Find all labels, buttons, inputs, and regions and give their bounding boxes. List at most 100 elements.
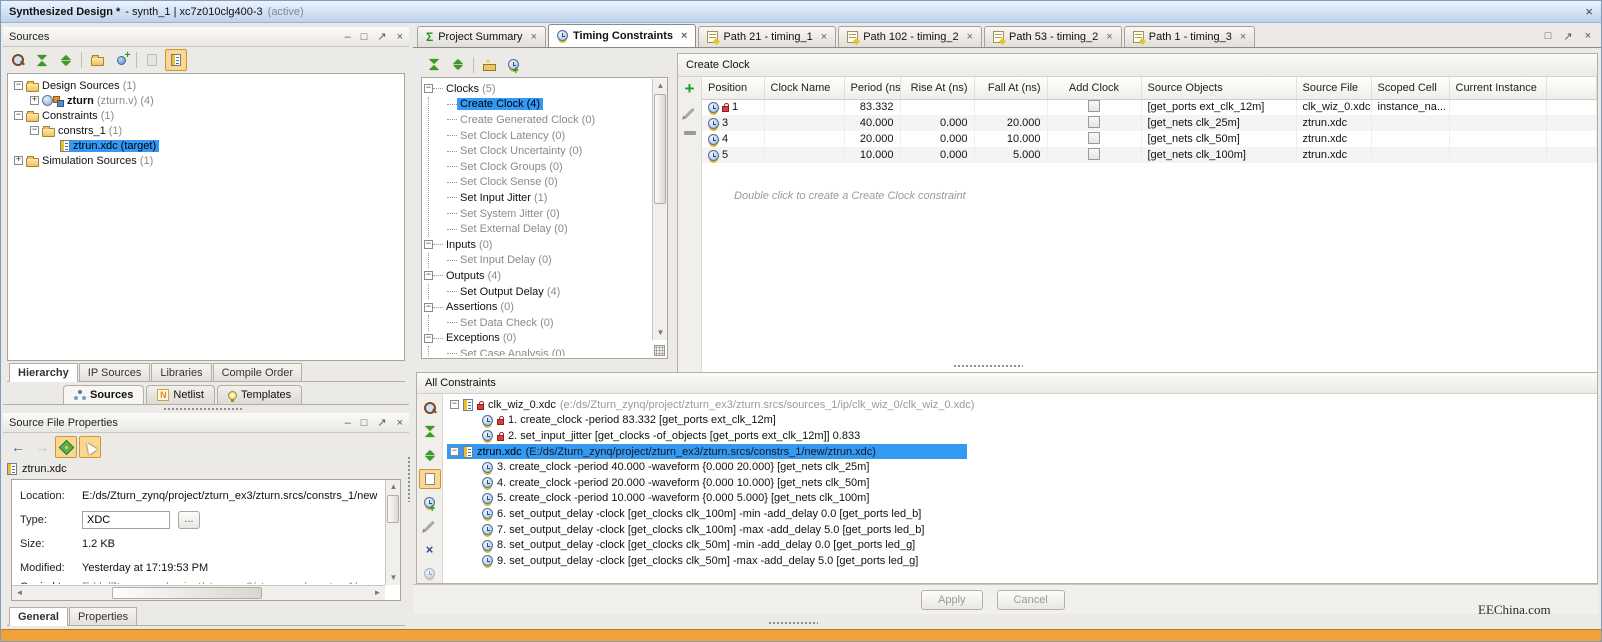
close-icon[interactable]: × (1585, 4, 1593, 19)
editor-tab-path-53-timing-2[interactable]: Path 53 - timing_2× (984, 26, 1122, 47)
tree-item[interactable]: −Design Sources (1) (10, 78, 402, 93)
expander-icon[interactable]: + (30, 96, 39, 105)
float-icon[interactable]: ↗ (1563, 30, 1572, 43)
browse-button[interactable]: ... (178, 511, 200, 529)
apply-button[interactable]: Apply (921, 590, 983, 610)
constraint-row[interactable]: 7. set_output_delay -clock [get_clocks c… (443, 522, 1595, 538)
tree-item[interactable]: +Simulation Sources (1) (10, 153, 402, 168)
constraint-row[interactable]: 6. set_output_delay -clock [get_clocks c… (443, 506, 1595, 522)
vertical-splitter-handle[interactable] (407, 456, 411, 502)
tab-hierarchy[interactable]: Hierarchy (9, 363, 78, 382)
constraint-group[interactable]: −Inputs (0) (424, 237, 650, 253)
tree-item[interactable]: −Constraints (1) (10, 108, 402, 123)
tab-libraries[interactable]: Libraries (151, 363, 211, 381)
constraint-type[interactable]: Set Data Check (0) (429, 315, 650, 331)
expander-icon[interactable]: − (450, 400, 459, 409)
scroll-down-icon[interactable]: ▼ (653, 326, 668, 340)
add-constraint-icon[interactable]: + (685, 83, 695, 95)
expander-icon[interactable]: − (424, 240, 433, 249)
resize-grip-icon[interactable] (654, 345, 665, 356)
collapse-all-button[interactable] (31, 49, 53, 71)
delete-button[interactable]: × (419, 540, 441, 560)
minimize-icon[interactable]: – (345, 31, 351, 43)
expander-icon[interactable]: − (424, 334, 433, 343)
constraint-type[interactable]: Set Input Delay (0) (429, 253, 650, 269)
tab-properties[interactable]: Properties (69, 607, 137, 625)
editor-tab-path-1-timing-3[interactable]: Path 1 - timing_3× (1124, 26, 1256, 47)
tab-ip-sources[interactable]: IP Sources (79, 363, 151, 381)
column-header-source-file[interactable]: Source File (1296, 77, 1371, 99)
constraint-type[interactable]: Set Clock Sense (0) (429, 175, 650, 191)
constraint-type[interactable]: Set Output Delay (4) (429, 284, 650, 300)
constraint-type[interactable]: Set Clock Latency (0) (429, 128, 650, 144)
constraint-row[interactable]: 4. create_clock -period 20.000 -waveform… (443, 475, 1595, 491)
constraint-type[interactable]: Set Input Jitter (1) (429, 190, 650, 206)
forward-button[interactable]: → (31, 436, 53, 458)
expander-icon[interactable]: − (424, 271, 433, 280)
scroll-up-icon[interactable]: ▲ (386, 480, 401, 494)
close-icon[interactable]: × (1585, 30, 1591, 43)
back-button[interactable]: ← (7, 436, 29, 458)
cancel-button[interactable]: Cancel (997, 590, 1065, 610)
constraint-type[interactable]: Create Clock (4) (429, 97, 650, 113)
constraint-group[interactable]: −Outputs (4) (424, 268, 650, 284)
close-tab-icon[interactable]: × (821, 31, 827, 43)
tree-item[interactable]: +zturn (zturn.v) (4) (10, 93, 402, 108)
create-clock-button[interactable] (502, 54, 524, 76)
editor-tab-path-21-timing-1[interactable]: Path 21 - timing_1× (698, 26, 836, 47)
column-header-rise-at-ns-[interactable]: Rise At (ns) (900, 77, 974, 99)
panel-splitter-handle[interactable] (163, 407, 243, 411)
expander-icon[interactable]: − (14, 81, 23, 90)
maximize-icon[interactable]: □ (361, 417, 368, 429)
tree-item[interactable]: ztrun.xdc (target) (10, 138, 402, 153)
add-clock-checkbox[interactable] (1088, 116, 1100, 128)
table-row[interactable]: 340.0000.00020.000[get_nets clk_25m]ztru… (702, 115, 1597, 131)
constraint-row[interactable]: 8. set_output_delay -clock [get_clocks c… (443, 537, 1595, 553)
close-tab-icon[interactable]: × (1240, 31, 1246, 43)
scroll-up-icon[interactable]: ▲ (653, 79, 668, 93)
constraint-type[interactable]: Create Generated Clock (0) (429, 112, 650, 128)
close-tab-icon[interactable]: × (1106, 31, 1112, 43)
collapse-all-button[interactable] (423, 54, 445, 76)
type-field[interactable] (82, 511, 170, 529)
constraint-type[interactable]: Set System Jitter (0) (429, 206, 650, 222)
collapse-all-button[interactable] (419, 422, 441, 442)
create-constraint-button[interactable] (478, 54, 500, 76)
constraint-row[interactable]: 1. create_clock -period 83.332 [get_port… (443, 413, 1595, 429)
constraint-group[interactable]: −Clocks (5) (424, 81, 650, 97)
group-by-file-button[interactable] (419, 469, 441, 489)
float-icon[interactable]: ↗ (377, 31, 386, 43)
tab-templates[interactable]: Templates (217, 385, 302, 404)
vertical-scrollbar[interactable]: ▲ ▼ (385, 480, 400, 585)
add-source-button[interactable] (110, 49, 132, 71)
panel-splitter-handle[interactable] (768, 621, 818, 625)
settings-disabled-button[interactable] (419, 563, 441, 583)
column-header-period-ns-[interactable]: Period (ns) (844, 77, 900, 99)
column-header-add-clock[interactable]: Add Clock (1047, 77, 1141, 99)
column-header-source-objects[interactable]: Source Objects (1141, 77, 1296, 99)
constraint-row[interactable]: 3. create_clock -period 40.000 -waveform… (443, 459, 1595, 475)
doc-disabled-button[interactable] (141, 49, 163, 71)
column-header-clock-name[interactable]: Clock Name (764, 77, 844, 99)
properties-view-button[interactable] (55, 436, 77, 458)
panel-splitter-handle[interactable] (953, 364, 1023, 368)
constraint-file-row[interactable]: −ztrun.xdc(E:/ds/Zturn_zynq/project/ztur… (443, 444, 1595, 460)
close-icon[interactable]: × (397, 417, 403, 429)
expander-icon[interactable]: − (30, 126, 39, 135)
column-header-scoped-cell[interactable]: Scoped Cell (1371, 77, 1449, 99)
expand-all-button[interactable] (55, 49, 77, 71)
editor-tab-path-102-timing-2[interactable]: Path 102 - timing_2× (838, 26, 982, 47)
maximize-icon[interactable]: □ (1545, 30, 1552, 43)
close-tab-icon[interactable]: × (681, 30, 687, 42)
tab-compile-order[interactable]: Compile Order (213, 363, 303, 381)
edit-button[interactable] (419, 516, 441, 536)
constraint-group[interactable]: −Exceptions (0) (424, 331, 650, 347)
column-header-fall-at-ns-[interactable]: Fall At (ns) (974, 77, 1047, 99)
constraint-row[interactable]: 5. create_clock -period 10.000 -waveform… (443, 491, 1595, 507)
close-icon[interactable]: × (397, 31, 403, 43)
add-folder-button[interactable] (86, 49, 108, 71)
scroll-to-selected-button[interactable] (165, 49, 187, 71)
constraint-type[interactable]: Set External Delay (0) (429, 221, 650, 237)
close-tab-icon[interactable]: × (967, 31, 973, 43)
expander-icon[interactable]: − (424, 84, 433, 93)
